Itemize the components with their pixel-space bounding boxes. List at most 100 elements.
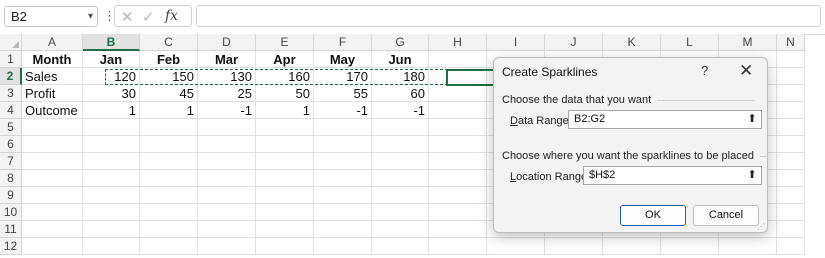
cell-a2[interactable]: Sales: [22, 68, 83, 85]
collapse-dialog-icon[interactable]: ⬆: [745, 112, 759, 127]
cell-g11[interactable]: [372, 221, 429, 238]
fx-icon[interactable]: fx: [165, 8, 178, 24]
cell-n2[interactable]: [777, 68, 805, 85]
data-range-value[interactable]: B2:G2: [574, 113, 605, 125]
cell-g8[interactable]: [372, 170, 429, 187]
cell-c4[interactable]: 1: [140, 102, 198, 119]
cell-d12[interactable]: [198, 238, 256, 255]
row-header-5[interactable]: 5: [0, 119, 22, 136]
cell-h1[interactable]: [429, 51, 487, 68]
cell-n3[interactable]: [777, 85, 805, 102]
cell-g4[interactable]: -1: [372, 102, 429, 119]
cancel-icon[interactable]: ✕: [121, 8, 134, 26]
cell-b1[interactable]: Jan: [83, 51, 140, 68]
cell-n1[interactable]: [777, 51, 805, 68]
cell-g10[interactable]: [372, 204, 429, 221]
cell-d4[interactable]: -1: [198, 102, 256, 119]
cell-c10[interactable]: [140, 204, 198, 221]
cell-f10[interactable]: [314, 204, 372, 221]
cell-d7[interactable]: [198, 153, 256, 170]
cell-b7[interactable]: [83, 153, 140, 170]
cell-g5[interactable]: [372, 119, 429, 136]
column-header-m[interactable]: M: [719, 34, 777, 51]
cell-h9[interactable]: [429, 187, 487, 204]
cell-a8[interactable]: [22, 170, 83, 187]
cell-c9[interactable]: [140, 187, 198, 204]
formula-input[interactable]: [196, 5, 821, 27]
cell-f12[interactable]: [314, 238, 372, 255]
cell-n4[interactable]: [777, 102, 805, 119]
cell-i12[interactable]: [487, 238, 545, 255]
cell-g9[interactable]: [372, 187, 429, 204]
row-header-3[interactable]: 3: [0, 85, 22, 102]
cell-e11[interactable]: [256, 221, 314, 238]
cell-g1[interactable]: Jun: [372, 51, 429, 68]
row-header-9[interactable]: 9: [0, 187, 22, 204]
cell-e4[interactable]: 1: [256, 102, 314, 119]
cell-n11[interactable]: [777, 221, 805, 238]
cell-c6[interactable]: [140, 136, 198, 153]
cell-a3[interactable]: Profit: [22, 85, 83, 102]
column-header-d[interactable]: D: [198, 34, 256, 51]
cell-f2[interactable]: 170: [314, 68, 372, 85]
column-header-j[interactable]: J: [545, 34, 603, 51]
chevron-down-icon[interactable]: ▾: [88, 7, 93, 26]
cell-g7[interactable]: [372, 153, 429, 170]
cell-n5[interactable]: [777, 119, 805, 136]
cell-e9[interactable]: [256, 187, 314, 204]
cell-c5[interactable]: [140, 119, 198, 136]
column-header-c[interactable]: C: [140, 34, 198, 51]
cell-b11[interactable]: [83, 221, 140, 238]
cell-c8[interactable]: [140, 170, 198, 187]
cell-f9[interactable]: [314, 187, 372, 204]
cell-d2[interactable]: 130: [198, 68, 256, 85]
name-box[interactable]: B2 ▾: [4, 6, 98, 27]
row-header-4[interactable]: 4: [0, 102, 22, 119]
cell-h6[interactable]: [429, 136, 487, 153]
cell-e3[interactable]: 50: [256, 85, 314, 102]
cell-g3[interactable]: 60: [372, 85, 429, 102]
cell-e1[interactable]: Apr: [256, 51, 314, 68]
cell-e10[interactable]: [256, 204, 314, 221]
cell-n9[interactable]: [777, 187, 805, 204]
collapse-dialog-icon[interactable]: ⬆: [745, 168, 759, 183]
cell-a12[interactable]: [22, 238, 83, 255]
cell-a9[interactable]: [22, 187, 83, 204]
location-range-value[interactable]: $H$2: [589, 169, 615, 181]
row-header-10[interactable]: 10: [0, 204, 22, 221]
cell-f8[interactable]: [314, 170, 372, 187]
close-icon[interactable]: ✕: [739, 61, 753, 81]
cell-a11[interactable]: [22, 221, 83, 238]
check-icon[interactable]: ✓: [142, 8, 155, 26]
cell-k12[interactable]: [603, 238, 661, 255]
name-box-value[interactable]: B2: [11, 7, 27, 26]
cell-f4[interactable]: -1: [314, 102, 372, 119]
cell-c3[interactable]: 45: [140, 85, 198, 102]
column-header-e[interactable]: E: [256, 34, 314, 51]
cell-g2[interactable]: 180: [372, 68, 429, 85]
column-header-a[interactable]: A: [22, 34, 83, 51]
cell-h4[interactable]: [429, 102, 487, 119]
column-header-n[interactable]: N: [777, 34, 805, 51]
cell-d9[interactable]: [198, 187, 256, 204]
cancel-button[interactable]: Cancel: [693, 205, 759, 226]
cell-e5[interactable]: [256, 119, 314, 136]
cell-b10[interactable]: [83, 204, 140, 221]
column-header-b[interactable]: B: [83, 34, 140, 51]
cell-d1[interactable]: Mar: [198, 51, 256, 68]
cell-d5[interactable]: [198, 119, 256, 136]
cell-d3[interactable]: 25: [198, 85, 256, 102]
cell-a10[interactable]: [22, 204, 83, 221]
column-header-k[interactable]: K: [603, 34, 661, 51]
cell-a5[interactable]: [22, 119, 83, 136]
cell-c11[interactable]: [140, 221, 198, 238]
row-header-11[interactable]: 11: [0, 221, 22, 238]
cell-h2[interactable]: [429, 68, 487, 85]
cell-j12[interactable]: [545, 238, 603, 255]
cell-d11[interactable]: [198, 221, 256, 238]
cell-e6[interactable]: [256, 136, 314, 153]
cell-e7[interactable]: [256, 153, 314, 170]
cell-h8[interactable]: [429, 170, 487, 187]
column-header-h[interactable]: H: [429, 34, 487, 51]
location-range-input[interactable]: $H$2 ⬆: [583, 166, 762, 185]
